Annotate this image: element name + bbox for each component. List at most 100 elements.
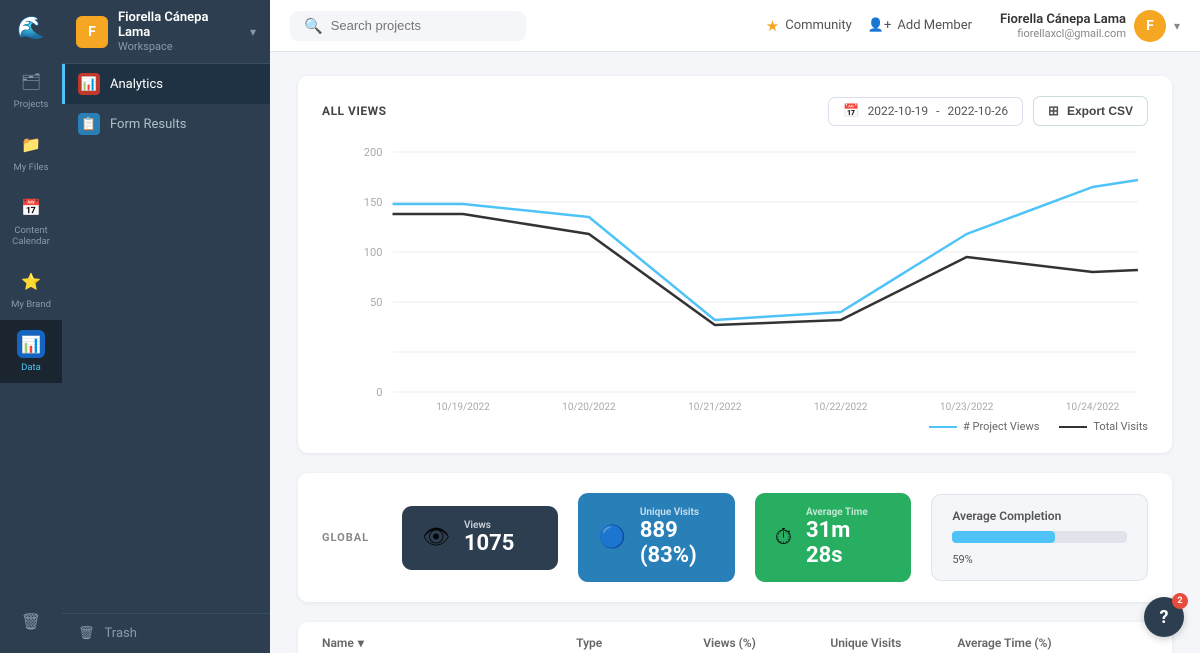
content-area: ALL VIEWS 📅 2022-10-19 - 2022-10-26 ⊞ Ex… bbox=[270, 52, 1200, 653]
user-info: Fiorella Cánepa Lama fiorellaxcl@gmail.c… bbox=[1000, 10, 1180, 42]
myfiles-icon: 📁 bbox=[17, 130, 45, 158]
export-csv-button[interactable]: ⊞ Export CSV bbox=[1033, 96, 1148, 126]
svg-text:150: 150 bbox=[364, 196, 383, 209]
myfiles-label: My Files bbox=[14, 162, 49, 173]
sidebar-item-calendar[interactable]: 📅 Content Calendar bbox=[0, 183, 62, 257]
nav-item-form-results[interactable]: 📋 Form Results bbox=[62, 104, 270, 144]
views-info: Views 1075 bbox=[464, 520, 515, 556]
analytics-nav-icon: 📊 bbox=[78, 73, 100, 95]
calendar-icon: 📅 bbox=[843, 104, 859, 119]
user-name: Fiorella Cánepa Lama bbox=[1000, 12, 1126, 27]
chart-section: ALL VIEWS 📅 2022-10-19 - 2022-10-26 ⊞ Ex… bbox=[298, 76, 1172, 453]
legend-line-blue bbox=[929, 426, 957, 428]
trash-icon: 🗑 bbox=[17, 607, 45, 635]
sidebar-item-myfiles[interactable]: 📁 My Files bbox=[0, 120, 62, 183]
analytics-nav-label: Analytics bbox=[110, 77, 163, 92]
col-unique: Unique Visits bbox=[830, 636, 957, 650]
calendar-icon: 📅 bbox=[17, 193, 45, 221]
legend-project-views: # Project Views bbox=[929, 420, 1039, 433]
col-avgtime: Average Time (%) bbox=[957, 636, 1148, 650]
avgtime-label: Average Time bbox=[806, 507, 891, 518]
calendar-label: Content Calendar bbox=[4, 225, 58, 247]
workspace-header[interactable]: F Fiorella Cánepa Lama Workspace ▾ bbox=[62, 0, 270, 64]
workspace-label: Workspace bbox=[118, 40, 240, 53]
projects-label: Projects bbox=[14, 99, 49, 110]
svg-text:10/24/2022: 10/24/2022 bbox=[1066, 402, 1120, 412]
date-start: 2022-10-19 bbox=[868, 104, 929, 118]
search-input[interactable] bbox=[331, 18, 512, 33]
completion-pct: 59% bbox=[952, 553, 972, 566]
sidebar-item-trash[interactable]: 🗑 bbox=[0, 597, 62, 645]
stat-card-completion: Average Completion 59% bbox=[931, 494, 1148, 581]
projects-icon: 🗂 bbox=[17, 67, 45, 95]
legend-project-views-label: # Project Views bbox=[963, 420, 1039, 433]
avgtime-icon: ⏱ bbox=[775, 525, 792, 550]
export-label: Export CSV bbox=[1067, 104, 1133, 118]
svg-text:100: 100 bbox=[364, 246, 383, 259]
help-badge: 2 bbox=[1172, 593, 1188, 609]
trash-icon-nav: 🗑 bbox=[78, 626, 95, 641]
chart-legend: # Project Views Total Visits bbox=[322, 420, 1148, 433]
avgtime-value: 31m 28s bbox=[806, 518, 891, 568]
mybrand-icon: ⭐ bbox=[17, 267, 45, 295]
workspace-avatar: F bbox=[76, 16, 108, 48]
app-logo: 🌊 bbox=[17, 8, 44, 57]
completion-bar-fill bbox=[952, 531, 1055, 543]
nav-trash[interactable]: 🗑 Trash bbox=[62, 613, 270, 653]
views-label: Views bbox=[464, 520, 515, 531]
line-chart-svg: 200 150 100 50 0 10/19/2022 10/20/2022 1… bbox=[322, 142, 1148, 412]
add-member-label: Add Member bbox=[897, 18, 972, 33]
chart-wrapper: 200 150 100 50 0 10/19/2022 10/20/2022 1… bbox=[322, 142, 1148, 412]
svg-text:10/20/2022: 10/20/2022 bbox=[562, 402, 616, 412]
legend-total-visits: Total Visits bbox=[1059, 420, 1148, 433]
sidebar-item-projects[interactable]: 🗂 Projects bbox=[0, 57, 62, 120]
completion-bar-wrapper bbox=[952, 531, 1127, 543]
data-label: Data bbox=[21, 362, 41, 373]
community-label: Community bbox=[785, 18, 852, 33]
svg-text:10/23/2022: 10/23/2022 bbox=[940, 402, 994, 412]
workspace-user-name: Fiorella Cánepa Lama bbox=[118, 10, 240, 40]
chart-controls: 📅 2022-10-19 - 2022-10-26 ⊞ Export CSV bbox=[828, 96, 1148, 126]
avgtime-info: Average Time 31m 28s bbox=[806, 507, 891, 568]
unique-value: 889 (83%) bbox=[640, 518, 715, 568]
user-details: Fiorella Cánepa Lama fiorellaxcl@gmail.c… bbox=[1000, 12, 1126, 40]
svg-text:0: 0 bbox=[376, 386, 382, 399]
user-chevron[interactable]: ▾ bbox=[1174, 19, 1180, 33]
col-name[interactable]: Name ▾ bbox=[322, 636, 576, 650]
user-email: fiorellaxcl@gmail.com bbox=[1000, 27, 1126, 40]
chart-header: ALL VIEWS 📅 2022-10-19 - 2022-10-26 ⊞ Ex… bbox=[322, 96, 1148, 126]
views-value: 1075 bbox=[464, 531, 515, 556]
add-member-icon: 👤+ bbox=[868, 18, 892, 33]
add-member-button[interactable]: 👤+ Add Member bbox=[868, 18, 972, 33]
workspace-chevron: ▾ bbox=[250, 25, 256, 39]
stat-card-unique: 🔵 Unique Visits 889 (83%) bbox=[578, 493, 734, 582]
unique-label: Unique Visits bbox=[640, 507, 715, 518]
sidebar-item-data[interactable]: 📊 Data bbox=[0, 320, 62, 383]
trash-label: Trash bbox=[105, 626, 137, 641]
mybrand-label: My Brand bbox=[11, 299, 51, 310]
sort-icon: ▾ bbox=[358, 636, 364, 650]
date-range-picker[interactable]: 📅 2022-10-19 - 2022-10-26 bbox=[828, 97, 1023, 126]
svg-text:10/19/2022: 10/19/2022 bbox=[436, 402, 490, 412]
global-label: GLOBAL bbox=[322, 531, 382, 544]
community-button[interactable]: ★ Community bbox=[766, 17, 852, 35]
date-separator: - bbox=[936, 104, 939, 118]
help-button[interactable]: ? 2 bbox=[1144, 597, 1184, 637]
completion-bar-bg bbox=[952, 531, 1127, 543]
views-icon: 👁 bbox=[422, 525, 450, 550]
search-bar[interactable]: 🔍 bbox=[290, 11, 526, 41]
export-icon: ⊞ bbox=[1048, 103, 1059, 119]
stats-section: GLOBAL 👁 Views 1075 🔵 Unique Visits 889 … bbox=[298, 473, 1172, 602]
legend-total-visits-label: Total Visits bbox=[1093, 420, 1148, 433]
stat-card-avgtime: ⏱ Average Time 31m 28s bbox=[755, 493, 911, 582]
nav-panel: F Fiorella Cánepa Lama Workspace ▾ 📊 Ana… bbox=[62, 0, 270, 653]
help-icon: ? bbox=[1160, 607, 1169, 628]
form-nav-label: Form Results bbox=[110, 117, 186, 132]
completion-label: Average Completion bbox=[952, 509, 1061, 523]
nav-item-analytics[interactable]: 📊 Analytics bbox=[62, 64, 270, 104]
legend-line-dark bbox=[1059, 426, 1087, 428]
form-nav-icon: 📋 bbox=[78, 113, 100, 135]
sidebar-item-mybrand[interactable]: ⭐ My Brand bbox=[0, 257, 62, 320]
user-avatar[interactable]: F bbox=[1134, 10, 1166, 42]
col-type: Type bbox=[576, 636, 703, 650]
